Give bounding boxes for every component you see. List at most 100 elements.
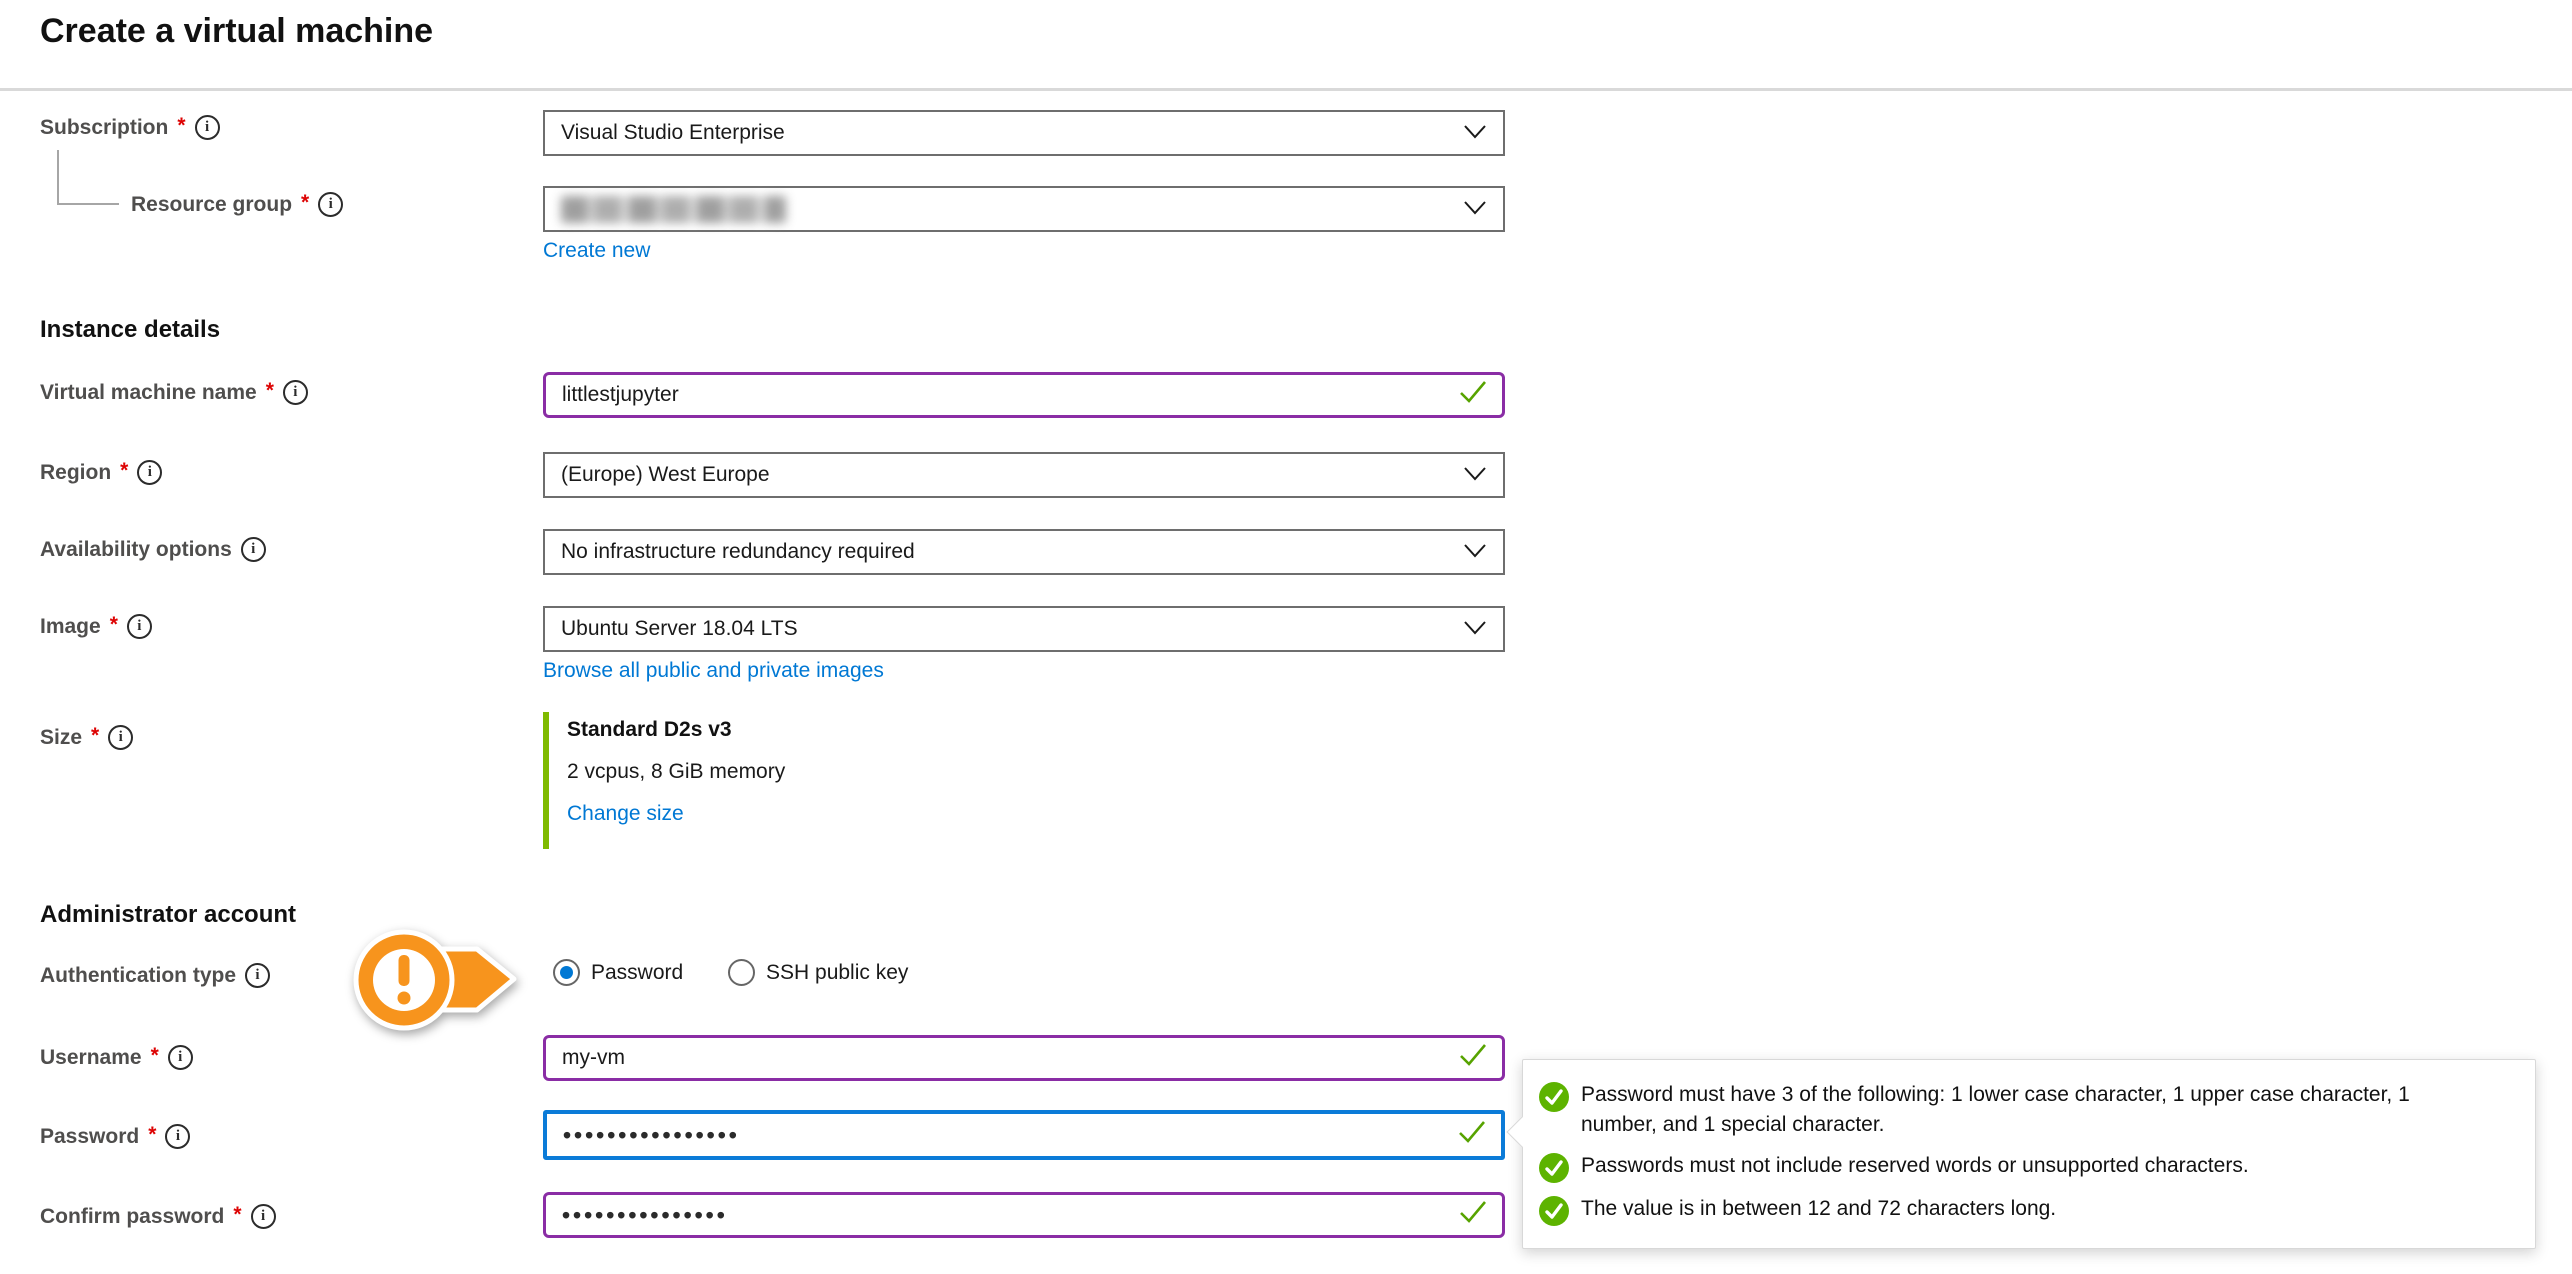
region-select[interactable]: (Europe) West Europe [543, 452, 1505, 498]
username-label: Username [40, 1046, 142, 1070]
required-marker: * [148, 1123, 156, 1147]
size-label-row: Size * i [40, 725, 133, 750]
page-title: Create a virtual machine [40, 12, 433, 51]
confirm-password-input[interactable]: ••••••••••••••• [543, 1192, 1505, 1238]
info-icon[interactable]: i [108, 725, 133, 750]
availability-label: Availability options [40, 538, 232, 562]
image-value: Ubuntu Server 18.04 LTS [561, 617, 798, 641]
tooltip-item: The value is in between 12 and 72 charac… [1539, 1194, 2509, 1226]
password-requirements-tooltip: Password must have 3 of the following: 1… [1522, 1059, 2536, 1249]
availability-select[interactable]: No infrastructure redundancy required [543, 529, 1505, 575]
change-size-link[interactable]: Change size [567, 802, 684, 826]
vm-name-value: littlestjupyter [562, 383, 679, 407]
create-vm-page: Create a virtual machine Subscription * … [0, 0, 2572, 1274]
confirm-password-label: Confirm password [40, 1205, 224, 1229]
confirm-password-masked-value: ••••••••••••••• [562, 1202, 728, 1229]
section-administrator-account: Administrator account [40, 901, 296, 929]
validation-check-icon [1458, 379, 1488, 411]
required-marker: * [151, 1044, 159, 1068]
validation-check-icon [1457, 1119, 1487, 1151]
info-icon[interactable]: i [195, 115, 220, 140]
subscription-select[interactable]: Visual Studio Enterprise [543, 110, 1505, 156]
resource-group-label: Resource group [131, 193, 292, 217]
tooltip-text: Passwords must not include reserved word… [1581, 1151, 2249, 1181]
hierarchy-connector-horizontal [57, 203, 119, 205]
required-marker: * [120, 459, 128, 483]
password-label-row: Password * i [40, 1124, 190, 1149]
region-value: (Europe) West Europe [561, 463, 770, 487]
size-value-specs: 2 vcpus, 8 GiB memory [567, 760, 785, 784]
browse-images-link[interactable]: Browse all public and private images [543, 659, 884, 683]
radio-ssh-public-key[interactable]: SSH public key [728, 959, 908, 986]
availability-value: No infrastructure redundancy required [561, 540, 915, 564]
subscription-value: Visual Studio Enterprise [561, 121, 785, 145]
image-select[interactable]: Ubuntu Server 18.04 LTS [543, 606, 1505, 652]
info-icon[interactable]: i [137, 460, 162, 485]
info-icon[interactable]: i [165, 1124, 190, 1149]
image-label-row: Image * i [40, 614, 152, 639]
chevron-down-icon [1463, 540, 1487, 564]
tooltip-text: Password must have 3 of the following: 1… [1581, 1080, 2461, 1140]
success-check-icon [1539, 1153, 1569, 1183]
chevron-down-icon [1463, 617, 1487, 641]
info-icon[interactable]: i [127, 614, 152, 639]
required-marker: * [233, 1203, 241, 1227]
success-check-icon [1539, 1196, 1569, 1226]
image-label: Image [40, 615, 101, 639]
username-input[interactable]: my-vm [543, 1035, 1505, 1081]
header-divider [0, 88, 2572, 91]
confirm-password-label-row: Confirm password * i [40, 1204, 276, 1229]
vm-name-label-row: Virtual machine name * i [40, 380, 308, 405]
validation-check-icon [1458, 1042, 1488, 1074]
info-icon[interactable]: i [251, 1204, 276, 1229]
chevron-down-icon [1463, 197, 1487, 221]
subscription-label: Subscription [40, 116, 168, 140]
info-icon[interactable]: i [168, 1045, 193, 1070]
required-marker: * [266, 379, 274, 403]
size-label: Size [40, 726, 82, 750]
radio-selected-icon [553, 959, 580, 986]
tooltip-item: Password must have 3 of the following: 1… [1539, 1080, 2509, 1140]
auth-type-label: Authentication type [40, 964, 236, 988]
create-new-link[interactable]: Create new [543, 239, 650, 263]
radio-password-label: Password [591, 961, 683, 985]
username-label-row: Username * i [40, 1045, 193, 1070]
region-label-row: Region * i [40, 460, 162, 485]
info-icon[interactable]: i [318, 192, 343, 217]
password-label: Password [40, 1125, 139, 1149]
success-check-icon [1539, 1082, 1569, 1112]
required-marker: * [110, 613, 118, 637]
required-marker: * [91, 724, 99, 748]
vm-name-label: Virtual machine name [40, 381, 257, 405]
info-icon[interactable]: i [241, 537, 266, 562]
radio-unselected-icon [728, 959, 755, 986]
radio-ssh-label: SSH public key [766, 961, 908, 985]
required-marker: * [177, 114, 185, 138]
size-value-title: Standard D2s v3 [567, 718, 732, 742]
password-masked-value: •••••••••••••••• [563, 1122, 740, 1149]
resource-group-redacted-value [561, 196, 786, 223]
hierarchy-connector-vertical [57, 150, 59, 205]
chevron-down-icon [1463, 121, 1487, 145]
username-value: my-vm [562, 1046, 625, 1070]
vm-name-input[interactable]: littlestjupyter [543, 372, 1505, 418]
required-marker: * [301, 191, 309, 215]
section-instance-details: Instance details [40, 316, 220, 344]
tooltip-item: Passwords must not include reserved word… [1539, 1151, 2509, 1183]
tooltip-text: The value is in between 12 and 72 charac… [1581, 1194, 2056, 1224]
tooltip-pointer [1506, 1116, 1537, 1147]
radio-password[interactable]: Password [553, 959, 683, 986]
resource-group-label-row: Resource group * i [131, 192, 343, 217]
size-selection-bar [543, 712, 549, 849]
subscription-label-row: Subscription * i [40, 115, 220, 140]
chevron-down-icon [1463, 463, 1487, 487]
attention-pointer-icon [350, 922, 522, 1043]
auth-type-label-row: Authentication type i [40, 963, 270, 988]
availability-label-row: Availability options i [40, 537, 266, 562]
region-label: Region [40, 461, 111, 485]
password-input[interactable]: •••••••••••••••• [543, 1110, 1505, 1160]
validation-check-icon [1458, 1199, 1488, 1231]
info-icon[interactable]: i [283, 380, 308, 405]
info-icon[interactable]: i [245, 963, 270, 988]
resource-group-select[interactable] [543, 186, 1505, 232]
